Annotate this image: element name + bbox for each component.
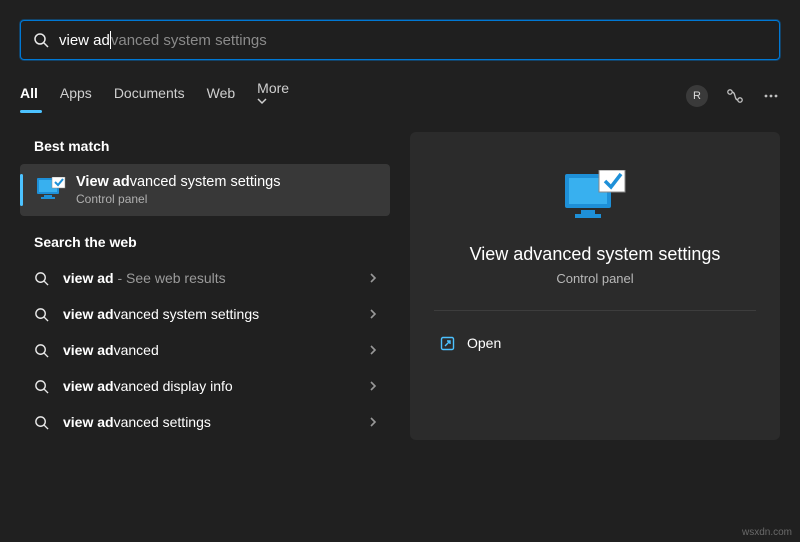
best-match-result[interactable]: View advanced system settings Control pa… <box>20 164 390 216</box>
open-external-icon <box>440 336 455 351</box>
web-result-text: view advanced settings <box>63 414 368 430</box>
preview-title: View advanced system settings <box>434 244 756 265</box>
search-input[interactable]: view advanced system settings <box>59 31 267 49</box>
open-label: Open <box>467 335 501 351</box>
monitor-check-icon <box>36 177 66 203</box>
best-match-title: View advanced system settings <box>76 174 280 190</box>
web-result-text: view ad - See web results <box>63 270 368 286</box>
results-column: Best match View advanced system settings… <box>20 132 390 440</box>
chevron-right-icon <box>368 308 378 320</box>
divider <box>434 310 756 311</box>
search-icon <box>34 271 49 286</box>
tab-documents[interactable]: Documents <box>114 85 185 107</box>
best-match-heading: Best match <box>34 138 390 154</box>
flow-icon[interactable] <box>726 87 744 105</box>
search-icon <box>34 379 49 394</box>
monitor-check-icon-large <box>563 170 627 226</box>
tab-more-label: More <box>257 80 289 96</box>
filter-tabs-row: All Apps Documents Web More R <box>0 78 800 114</box>
tab-all[interactable]: All <box>20 85 38 107</box>
web-results-list: view ad - See web results view advanced s… <box>20 260 390 440</box>
chevron-right-icon <box>368 416 378 428</box>
chevron-down-icon <box>257 96 293 106</box>
search-icon <box>34 415 49 430</box>
search-autocomplete-text: vanced system settings <box>111 32 267 49</box>
web-result-item[interactable]: view advanced display info <box>20 368 390 404</box>
open-action[interactable]: Open <box>434 327 756 359</box>
filter-tabs: All Apps Documents Web More <box>20 80 293 112</box>
web-result-text: view advanced system settings <box>63 306 368 322</box>
watermark: wsxdn.com <box>742 527 792 538</box>
search-web-heading: Search the web <box>34 234 390 250</box>
preview-subtitle: Control panel <box>434 271 756 286</box>
preview-pane: View advanced system settings Control pa… <box>410 132 780 440</box>
web-result-item[interactable]: view advanced <box>20 332 390 368</box>
search-icon <box>33 32 49 48</box>
search-icon <box>34 307 49 322</box>
search-bar[interactable]: view advanced system settings <box>20 20 780 60</box>
more-options-icon[interactable] <box>762 87 780 105</box>
tab-apps[interactable]: Apps <box>60 85 92 107</box>
top-actions: R <box>686 85 780 107</box>
web-result-item[interactable]: view advanced settings <box>20 404 390 440</box>
web-result-item[interactable]: view advanced system settings <box>20 296 390 332</box>
content-area: Best match View advanced system settings… <box>0 114 800 440</box>
web-result-text: view advanced display info <box>63 378 368 394</box>
tab-more[interactable]: More <box>257 80 293 112</box>
chevron-right-icon <box>368 272 378 284</box>
web-result-text: view advanced <box>63 342 368 358</box>
best-match-subtitle: Control panel <box>76 192 280 206</box>
best-match-text: View advanced system settings Control pa… <box>76 174 280 206</box>
tab-web[interactable]: Web <box>207 85 236 107</box>
chevron-right-icon <box>368 344 378 356</box>
web-result-item[interactable]: view ad - See web results <box>20 260 390 296</box>
chevron-right-icon <box>368 380 378 392</box>
search-icon <box>34 343 49 358</box>
search-typed-text: view ad <box>59 32 110 49</box>
user-avatar[interactable]: R <box>686 85 708 107</box>
